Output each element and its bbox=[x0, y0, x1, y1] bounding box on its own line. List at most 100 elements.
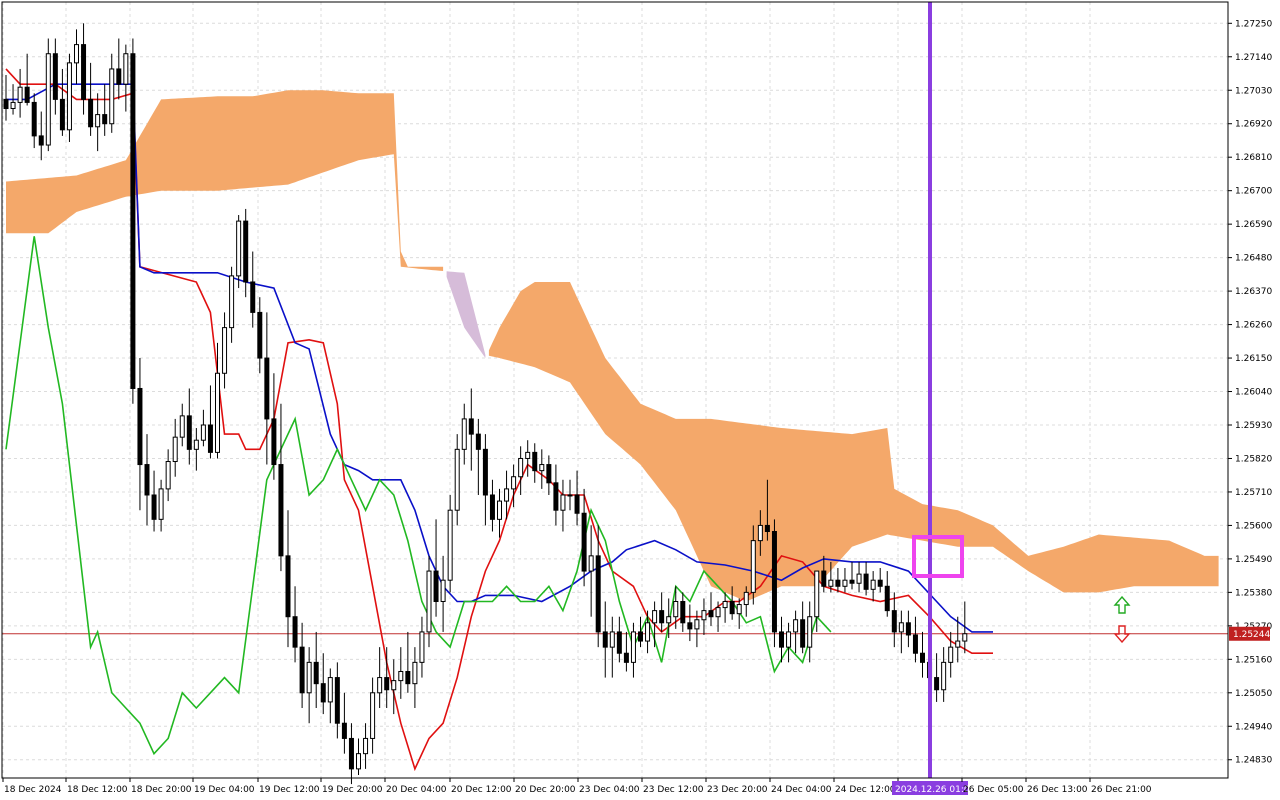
candle-body bbox=[905, 622, 911, 636]
candle-body bbox=[877, 579, 883, 587]
candle-body bbox=[722, 600, 728, 609]
candle-body bbox=[750, 540, 756, 593]
candle-body bbox=[179, 415, 185, 438]
candle-body bbox=[941, 661, 947, 691]
candle-body bbox=[870, 579, 876, 590]
candle-body bbox=[66, 62, 72, 131]
candle-body bbox=[525, 451, 531, 459]
candle-body bbox=[856, 573, 862, 584]
candle-body bbox=[948, 646, 954, 663]
price-tick-label: 1.26700 bbox=[1235, 187, 1272, 197]
price-tick-label: 1.25380 bbox=[1235, 588, 1272, 598]
price-tick-label: 1.26480 bbox=[1235, 254, 1272, 264]
candle-body bbox=[920, 652, 925, 663]
candle-body bbox=[835, 579, 841, 587]
candle-body bbox=[102, 114, 108, 125]
candle-body bbox=[701, 610, 707, 621]
candle-body bbox=[595, 555, 601, 633]
time-tick-label: 20 Dec 20:00 bbox=[515, 785, 576, 795]
candle-body bbox=[45, 53, 51, 146]
candle-body bbox=[898, 622, 904, 633]
candle-body bbox=[468, 418, 474, 435]
time-tick-label: 19 Dec 12:00 bbox=[259, 785, 320, 795]
candle-body bbox=[680, 600, 686, 624]
candle-body bbox=[95, 114, 101, 128]
candle-body bbox=[81, 44, 87, 100]
candle-body bbox=[151, 494, 157, 520]
candle-body bbox=[215, 372, 220, 453]
candle-body bbox=[623, 652, 629, 663]
candle-body bbox=[511, 476, 517, 490]
candle-body bbox=[539, 464, 545, 472]
time-tick-label: 24 Dec 04:00 bbox=[771, 785, 832, 795]
candle-body bbox=[842, 579, 848, 587]
candle-body bbox=[271, 418, 277, 466]
candle-body bbox=[673, 600, 679, 618]
candle-body bbox=[630, 631, 636, 663]
time-tick-label: 23 Dec 04:00 bbox=[579, 785, 640, 795]
candle-body bbox=[412, 661, 418, 685]
candle bbox=[45, 38, 51, 152]
candle-body bbox=[574, 494, 580, 514]
candle-body bbox=[123, 53, 129, 85]
candle-body bbox=[729, 600, 735, 615]
price-tick-label: 1.25490 bbox=[1235, 555, 1272, 565]
time-tick-label: 24 Dec 12:00 bbox=[835, 785, 896, 795]
candle-body bbox=[666, 616, 672, 624]
candle-body bbox=[10, 101, 16, 110]
candle-body bbox=[31, 101, 37, 137]
candle-body bbox=[497, 500, 502, 520]
candle-body bbox=[757, 524, 763, 542]
candle-body bbox=[292, 616, 298, 648]
candle-body bbox=[172, 436, 178, 463]
candle-body bbox=[482, 448, 488, 496]
candle-body bbox=[884, 585, 890, 612]
candle-body bbox=[285, 555, 291, 618]
candle-body bbox=[800, 619, 806, 648]
candle-body bbox=[743, 591, 749, 606]
time-tick-label: 18 Dec 20:00 bbox=[131, 785, 192, 795]
price-tick-label: 1.25820 bbox=[1235, 454, 1272, 464]
candle-body bbox=[609, 631, 615, 648]
candle-body bbox=[243, 220, 249, 283]
candle-body bbox=[17, 86, 23, 103]
candle-body bbox=[426, 570, 432, 633]
candle-body bbox=[341, 722, 347, 739]
price-tick-label: 1.26590 bbox=[1235, 220, 1272, 230]
candle-body bbox=[553, 482, 559, 511]
candle-body bbox=[814, 570, 820, 618]
candle-body bbox=[236, 220, 242, 277]
price-tick-label: 1.27250 bbox=[1235, 19, 1272, 29]
price-chart[interactable]: 1.27250 1.27140 1.27030 1.26920 1.26810 1.267… bbox=[0, 0, 1280, 800]
candle-body bbox=[24, 86, 30, 103]
candle-body bbox=[52, 53, 58, 100]
candle-body bbox=[828, 579, 834, 587]
candle-body bbox=[863, 573, 869, 590]
candle-body bbox=[278, 464, 284, 557]
candle-body bbox=[229, 275, 235, 329]
candle-body bbox=[356, 753, 361, 770]
candle bbox=[771, 519, 777, 648]
candle-body bbox=[3, 98, 9, 110]
candle-body bbox=[638, 631, 643, 642]
price-tick-label: 1.26260 bbox=[1235, 321, 1272, 331]
time-tick-label: 23 Dec 12:00 bbox=[643, 785, 704, 795]
candle-body bbox=[454, 448, 460, 511]
candle-body bbox=[764, 524, 770, 533]
candle-body bbox=[694, 619, 700, 630]
price-tick-label: 1.25710 bbox=[1235, 488, 1272, 498]
price-tick-label: 1.24830 bbox=[1235, 756, 1272, 766]
candle-body bbox=[934, 677, 940, 691]
candle-body bbox=[384, 677, 390, 691]
time-tick-label: 18 Dec 2024 bbox=[4, 785, 62, 795]
candle-body bbox=[489, 494, 495, 520]
candle-body bbox=[264, 357, 270, 420]
candle bbox=[130, 38, 136, 404]
price-tick-label: 1.24940 bbox=[1235, 722, 1272, 732]
arrow-up-outline-icon bbox=[1113, 596, 1131, 614]
candle-body bbox=[447, 509, 453, 581]
candle-body bbox=[779, 631, 784, 648]
candle-body bbox=[348, 737, 354, 770]
candle-body bbox=[955, 640, 961, 648]
price-tick-label: 1.26370 bbox=[1235, 287, 1272, 297]
